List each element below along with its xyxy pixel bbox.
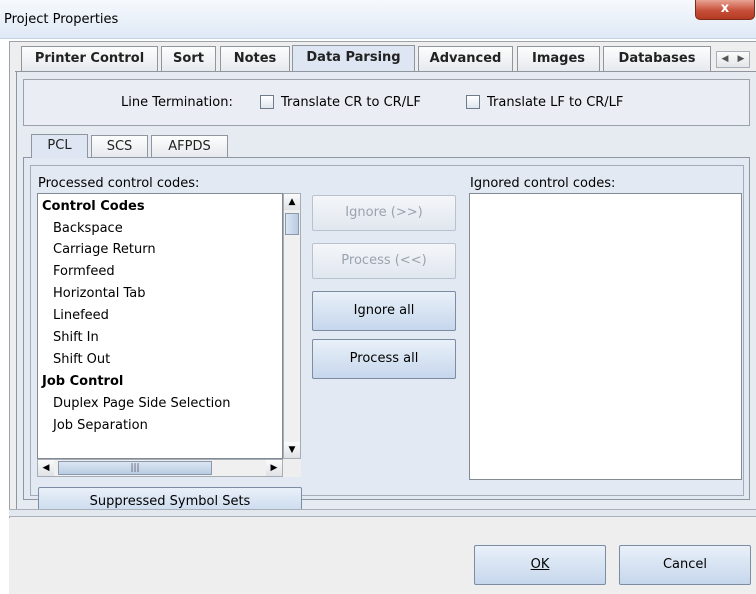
tab-data-parsing[interactable]: Data Parsing bbox=[292, 45, 415, 72]
tab-pcl[interactable]: PCL bbox=[31, 134, 88, 158]
tab-notes[interactable]: Notes bbox=[220, 46, 290, 71]
tab-scroll-right-icon[interactable]: ▶ bbox=[733, 52, 749, 67]
list-item[interactable]: Backspace bbox=[53, 218, 123, 239]
tab-printer-control[interactable]: Printer Control bbox=[21, 46, 158, 71]
ignore-all-button[interactable]: Ignore all bbox=[312, 291, 456, 331]
tab-scs[interactable]: SCS bbox=[91, 135, 148, 157]
tab-scroll-left-icon[interactable]: ◀ bbox=[717, 52, 733, 67]
list-item[interactable]: Horizontal Tab bbox=[53, 283, 146, 304]
translate-lf-label[interactable]: Translate LF to CR/LF bbox=[487, 95, 623, 110]
footer-separator bbox=[9, 509, 756, 517]
list-group-header: Control Codes bbox=[42, 199, 145, 214]
tab-sort[interactable]: Sort bbox=[161, 46, 216, 71]
tab-advanced[interactable]: Advanced bbox=[418, 46, 513, 71]
scroll-up-icon[interactable]: ▲ bbox=[284, 194, 300, 210]
close-button[interactable]: x bbox=[695, 0, 755, 20]
list-item[interactable]: Carriage Return bbox=[53, 239, 156, 260]
line-termination-label: Line Termination: bbox=[121, 95, 233, 110]
list-group-header: Job Control bbox=[42, 374, 124, 389]
translate-cr-label[interactable]: Translate CR to CR/LF bbox=[281, 95, 421, 110]
tab-databases[interactable]: Databases bbox=[603, 46, 711, 71]
scroll-left-icon[interactable]: ◀ bbox=[38, 460, 54, 476]
translate-cr-checkbox[interactable] bbox=[260, 95, 274, 109]
list-item[interactable]: Linefeed bbox=[53, 305, 109, 326]
window-title: Project Properties bbox=[4, 12, 119, 27]
ignore-button[interactable]: Ignore (>>) bbox=[312, 195, 456, 231]
ignored-codes-list[interactable] bbox=[469, 193, 742, 480]
ignored-codes-label: Ignored control codes: bbox=[470, 176, 616, 191]
list-item[interactable]: Shift Out bbox=[53, 349, 110, 370]
cancel-button-label: Cancel bbox=[662, 557, 708, 572]
ok-button[interactable]: OK bbox=[474, 545, 606, 585]
list-item[interactable]: Duplex Page Side Selection bbox=[53, 393, 230, 414]
processed-codes-label: Processed control codes: bbox=[38, 176, 200, 191]
list-item[interactable]: Shift In bbox=[53, 327, 99, 348]
close-icon: x bbox=[720, 1, 730, 16]
tab-scroll-buttons: ◀ ▶ bbox=[716, 51, 750, 68]
list-item[interactable]: Job Separation bbox=[53, 415, 148, 436]
tab-divider bbox=[15, 71, 756, 72]
scroll-down-icon[interactable]: ▼ bbox=[284, 442, 300, 458]
tab-images[interactable]: Images bbox=[517, 46, 600, 71]
cancel-button[interactable]: Cancel bbox=[619, 545, 751, 585]
process-button[interactable]: Process (<<) bbox=[312, 243, 456, 279]
processed-codes-list[interactable]: Control Codes Backspace Carriage Return … bbox=[37, 193, 283, 459]
horizontal-scroll-thumb[interactable]: ||| bbox=[58, 461, 212, 475]
translate-lf-checkbox[interactable] bbox=[466, 95, 480, 109]
list-item[interactable]: Formfeed bbox=[53, 261, 115, 282]
vertical-scroll-thumb[interactable] bbox=[285, 213, 299, 235]
process-all-button[interactable]: Process all bbox=[312, 339, 456, 379]
ok-button-label: OK bbox=[530, 557, 550, 572]
processed-list-horizontal-scrollbar[interactable]: ◀ ||| ▶ bbox=[37, 459, 283, 477]
scroll-right-icon[interactable]: ▶ bbox=[266, 460, 282, 476]
tab-afpds[interactable]: AFPDS bbox=[151, 135, 228, 157]
scrollbar-corner bbox=[283, 459, 301, 477]
processed-list-vertical-scrollbar[interactable]: ▲ ▼ bbox=[283, 193, 301, 459]
